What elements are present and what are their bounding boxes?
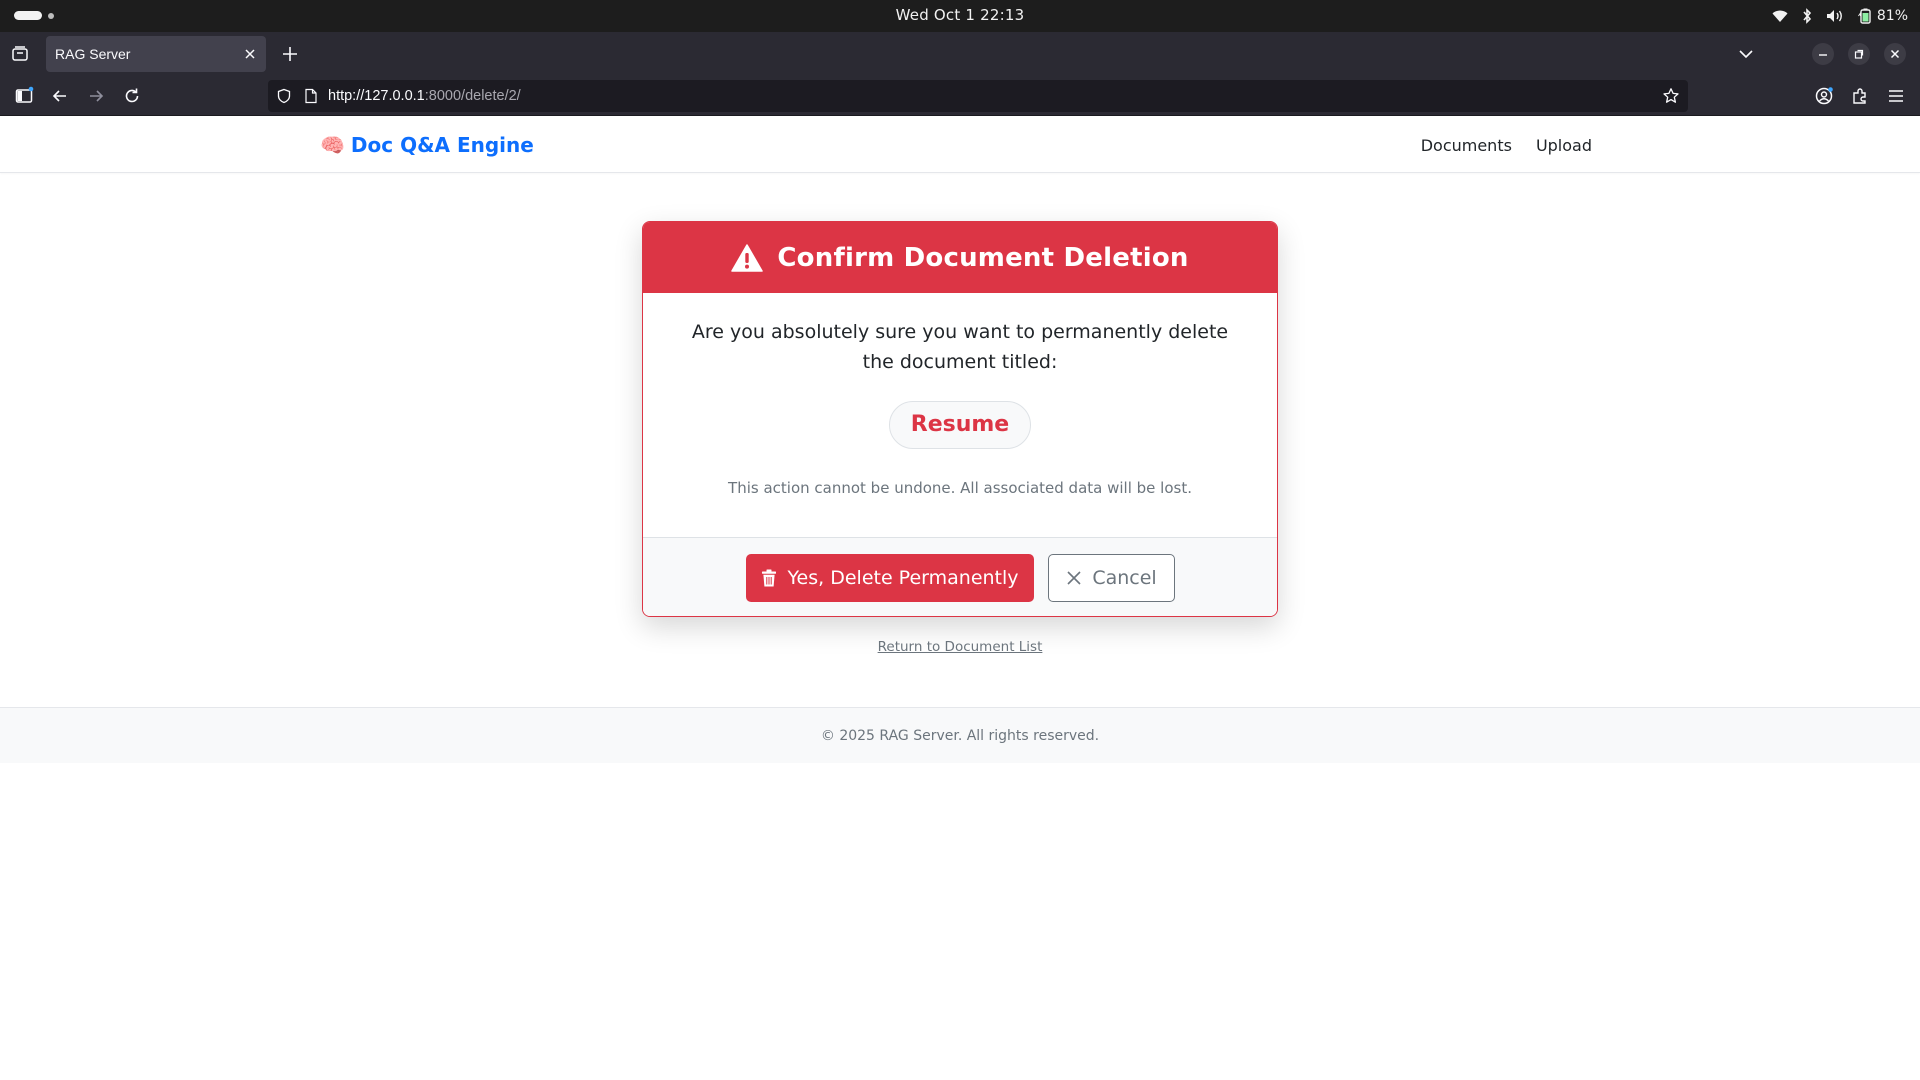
bluetooth-icon <box>1803 8 1811 24</box>
page-info-icon[interactable] <box>304 88 318 104</box>
battery-icon <box>1857 8 1871 24</box>
extensions-icon[interactable] <box>1850 86 1870 106</box>
card-header: Confirm Document Deletion <box>643 222 1277 293</box>
site-brand-link[interactable]: 🧠 Doc Q&A Engine <box>320 117 534 173</box>
site-brand-name: Doc Q&A Engine <box>350 133 534 157</box>
document-title-badge: Resume <box>889 401 1031 449</box>
tab-rag-server[interactable]: RAG Server <box>46 36 266 72</box>
nav-link-upload[interactable]: Upload <box>1536 136 1592 155</box>
url-path: :8000/delete/2/ <box>424 88 521 104</box>
browser-nav-toolbar: http://127.0.0.1:8000/delete/2/ <box>0 76 1920 116</box>
dialog-title: Confirm Document Deletion <box>777 242 1189 273</box>
bookmark-star-icon[interactable] <box>1662 87 1680 105</box>
return-to-document-list-link[interactable]: Return to Document List <box>878 639 1043 655</box>
delete-confirmation-card: Confirm Document Deletion Are you absolu… <box>642 221 1278 617</box>
warning-triangle-icon <box>731 243 764 272</box>
trash-icon <box>762 569 777 587</box>
url-text[interactable]: http://127.0.0.1:8000/delete/2/ <box>328 80 521 112</box>
card-footer: Yes, Delete Permanently Cancel <box>643 537 1277 616</box>
tab-overview-icon[interactable] <box>10 44 30 64</box>
url-host: http://127.0.0.1 <box>328 88 425 104</box>
close-window-button[interactable] <box>1884 43 1906 65</box>
delete-permanently-button[interactable]: Yes, Delete Permanently <box>746 554 1034 602</box>
new-tab-icon[interactable] <box>280 44 300 64</box>
close-x-icon <box>1067 571 1081 585</box>
wifi-icon <box>1772 10 1788 22</box>
sidebar-toggle-icon[interactable] <box>14 86 34 106</box>
brain-icon: 🧠 <box>320 133 345 157</box>
volume-icon <box>1826 10 1842 22</box>
system-clock[interactable]: Wed Oct 1 22:13 <box>0 0 1920 32</box>
restore-button[interactable] <box>1848 43 1870 65</box>
system-top-bar: Wed Oct 1 22:13 81% <box>0 0 1920 32</box>
close-tab-icon[interactable] <box>242 46 258 62</box>
cancel-button-label: Cancel <box>1092 567 1157 589</box>
menu-hamburger-icon[interactable] <box>1886 86 1906 106</box>
tracking-shield-icon[interactable] <box>276 88 292 104</box>
minimize-icon <box>1819 54 1827 56</box>
forward-arrow-icon[interactable] <box>86 86 106 106</box>
minimize-button[interactable] <box>1812 43 1834 65</box>
nav-link-documents[interactable]: Documents <box>1421 136 1512 155</box>
back-arrow-icon[interactable] <box>50 86 70 106</box>
browser-tab-strip: RAG Server <box>0 32 1920 76</box>
reload-icon[interactable] <box>122 86 142 106</box>
site-navbar: 🧠 Doc Q&A Engine Documents Upload <box>0 117 1920 173</box>
restore-icon <box>1854 49 1864 59</box>
url-bar[interactable]: http://127.0.0.1:8000/delete/2/ <box>268 80 1688 112</box>
site-footer: © 2025 RAG Server. All rights reserved. <box>0 707 1920 763</box>
system-tray[interactable]: 81% <box>1772 0 1908 32</box>
delete-button-label: Yes, Delete Permanently <box>787 567 1019 589</box>
confirmation-question: Are you absolutely sure you want to perm… <box>691 321 1229 373</box>
battery-percentage: 81% <box>1876 8 1908 24</box>
card-body: Are you absolutely sure you want to perm… <box>643 293 1277 537</box>
irreversible-warning: This action cannot be undone. All associ… <box>728 479 1192 497</box>
return-link-container: Return to Document List <box>0 639 1920 655</box>
web-page: 🧠 Doc Q&A Engine Documents Upload Confirm… <box>0 117 1920 1080</box>
site-nav-links: Documents Upload <box>1421 117 1592 173</box>
close-icon <box>1890 49 1900 59</box>
account-icon[interactable] <box>1814 86 1834 106</box>
chevron-down-icon[interactable] <box>1736 44 1756 64</box>
tab-title: RAG Server <box>55 46 131 62</box>
cancel-button[interactable]: Cancel <box>1048 554 1175 602</box>
